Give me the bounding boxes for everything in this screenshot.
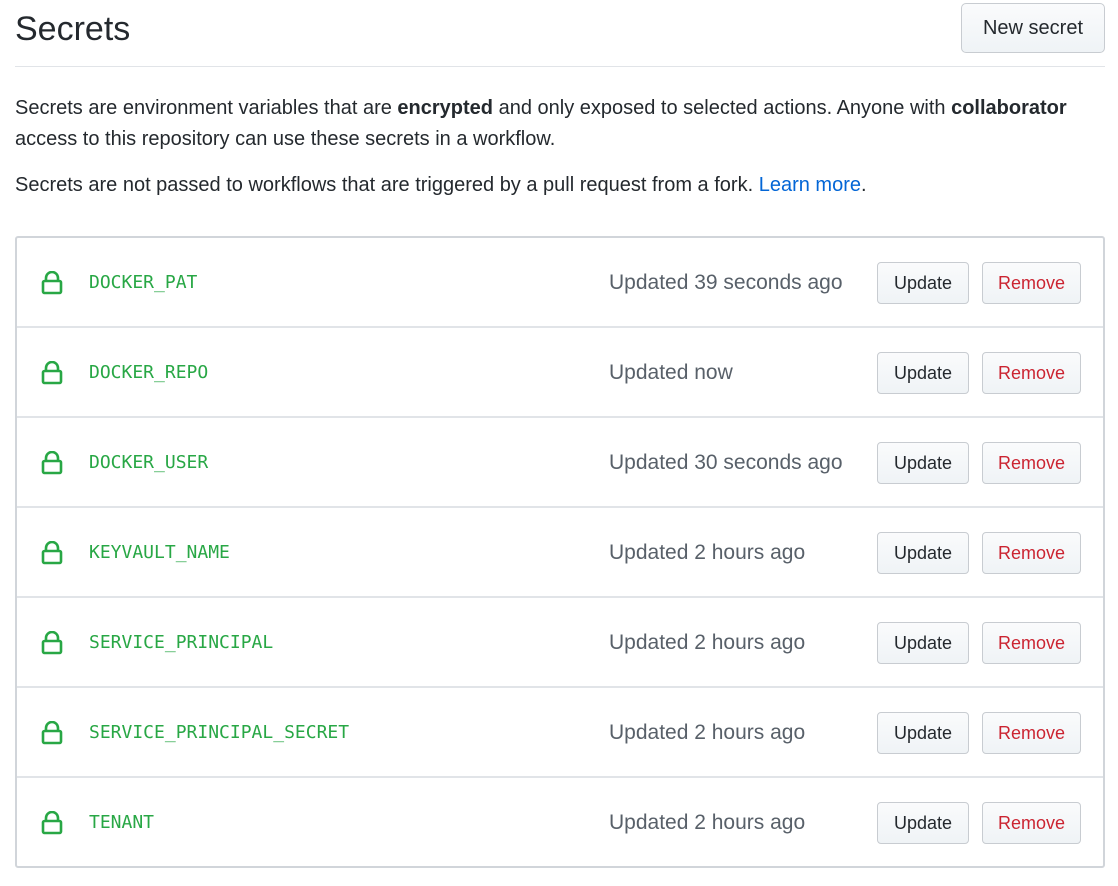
description-bold-encrypted: encrypted bbox=[397, 97, 494, 119]
secret-updated-time: Updated 2 hours ago bbox=[609, 541, 806, 564]
secret-name: DOCKER_PAT bbox=[89, 272, 198, 293]
secret-updated-time: Updated 39 seconds ago bbox=[609, 271, 843, 294]
secret-row: SERVICE_PRINCIPAL_SECRET Updated 2 hours… bbox=[17, 688, 1103, 778]
secret-row: KEYVAULT_NAME Updated 2 hours ago Update… bbox=[17, 508, 1103, 598]
description-text: and only exposed to selected actions. An… bbox=[493, 97, 952, 119]
secret-row: SERVICE_PRINCIPAL Updated 2 hours ago Up… bbox=[17, 598, 1103, 688]
secret-row: DOCKER_USER Updated 30 seconds ago Updat… bbox=[17, 418, 1103, 508]
update-button[interactable]: Update bbox=[877, 712, 969, 754]
page-title: Secrets bbox=[15, 10, 131, 48]
remove-button[interactable]: Remove bbox=[982, 622, 1081, 664]
secret-updated-time: Updated 2 hours ago bbox=[609, 721, 806, 744]
lock-icon bbox=[41, 631, 63, 655]
secrets-list: DOCKER_PAT Updated 39 seconds ago Update… bbox=[15, 236, 1105, 868]
update-button[interactable]: Update bbox=[877, 442, 969, 484]
page-header: Secrets New secret bbox=[15, 0, 1105, 67]
lock-icon bbox=[41, 271, 63, 295]
update-button[interactable]: Update bbox=[877, 532, 969, 574]
lock-icon bbox=[41, 541, 63, 565]
remove-button[interactable]: Remove bbox=[982, 442, 1081, 484]
description-text: access to this repository can use these … bbox=[15, 128, 556, 150]
secret-updated-time: Updated 2 hours ago bbox=[609, 631, 806, 654]
secret-updated-time: Updated 2 hours ago bbox=[609, 811, 806, 834]
fork-note-text: Secrets are not passed to workflows that… bbox=[15, 174, 759, 196]
fork-note: Secrets are not passed to workflows that… bbox=[15, 170, 1110, 201]
remove-button[interactable]: Remove bbox=[982, 802, 1081, 844]
secret-row: DOCKER_REPO Updated now Update Remove bbox=[17, 328, 1103, 418]
secret-name: SERVICE_PRINCIPAL bbox=[89, 632, 274, 653]
lock-icon bbox=[41, 721, 63, 745]
fork-note-end: . bbox=[860, 174, 867, 196]
secret-updated-time: Updated 30 seconds ago bbox=[609, 451, 843, 474]
secret-name: DOCKER_USER bbox=[89, 452, 209, 473]
secrets-description: Secrets are environment variables that a… bbox=[15, 93, 1110, 155]
lock-icon bbox=[41, 361, 63, 385]
update-button[interactable]: Update bbox=[877, 262, 969, 304]
secret-row: DOCKER_PAT Updated 39 seconds ago Update… bbox=[17, 238, 1103, 328]
secret-name: SERVICE_PRINCIPAL_SECRET bbox=[89, 722, 350, 743]
secret-name: DOCKER_REPO bbox=[89, 362, 209, 383]
secret-name: KEYVAULT_NAME bbox=[89, 542, 230, 563]
lock-icon bbox=[41, 811, 63, 835]
secret-row: TENANT Updated 2 hours ago Update Remove bbox=[17, 778, 1103, 868]
remove-button[interactable]: Remove bbox=[982, 712, 1081, 754]
secret-name: TENANT bbox=[89, 812, 155, 833]
learn-more-link[interactable]: Learn more bbox=[759, 174, 861, 196]
lock-icon bbox=[41, 451, 63, 475]
new-secret-button[interactable]: New secret bbox=[961, 3, 1105, 53]
remove-button[interactable]: Remove bbox=[982, 352, 1081, 394]
update-button[interactable]: Update bbox=[877, 802, 969, 844]
update-button[interactable]: Update bbox=[877, 352, 969, 394]
description-text: Secrets are environment variables that a… bbox=[15, 97, 398, 119]
description-bold-collaborator: collaborator bbox=[951, 97, 1067, 119]
update-button[interactable]: Update bbox=[877, 622, 969, 664]
remove-button[interactable]: Remove bbox=[982, 532, 1081, 574]
remove-button[interactable]: Remove bbox=[982, 262, 1081, 304]
secret-updated-time: Updated now bbox=[609, 361, 733, 384]
